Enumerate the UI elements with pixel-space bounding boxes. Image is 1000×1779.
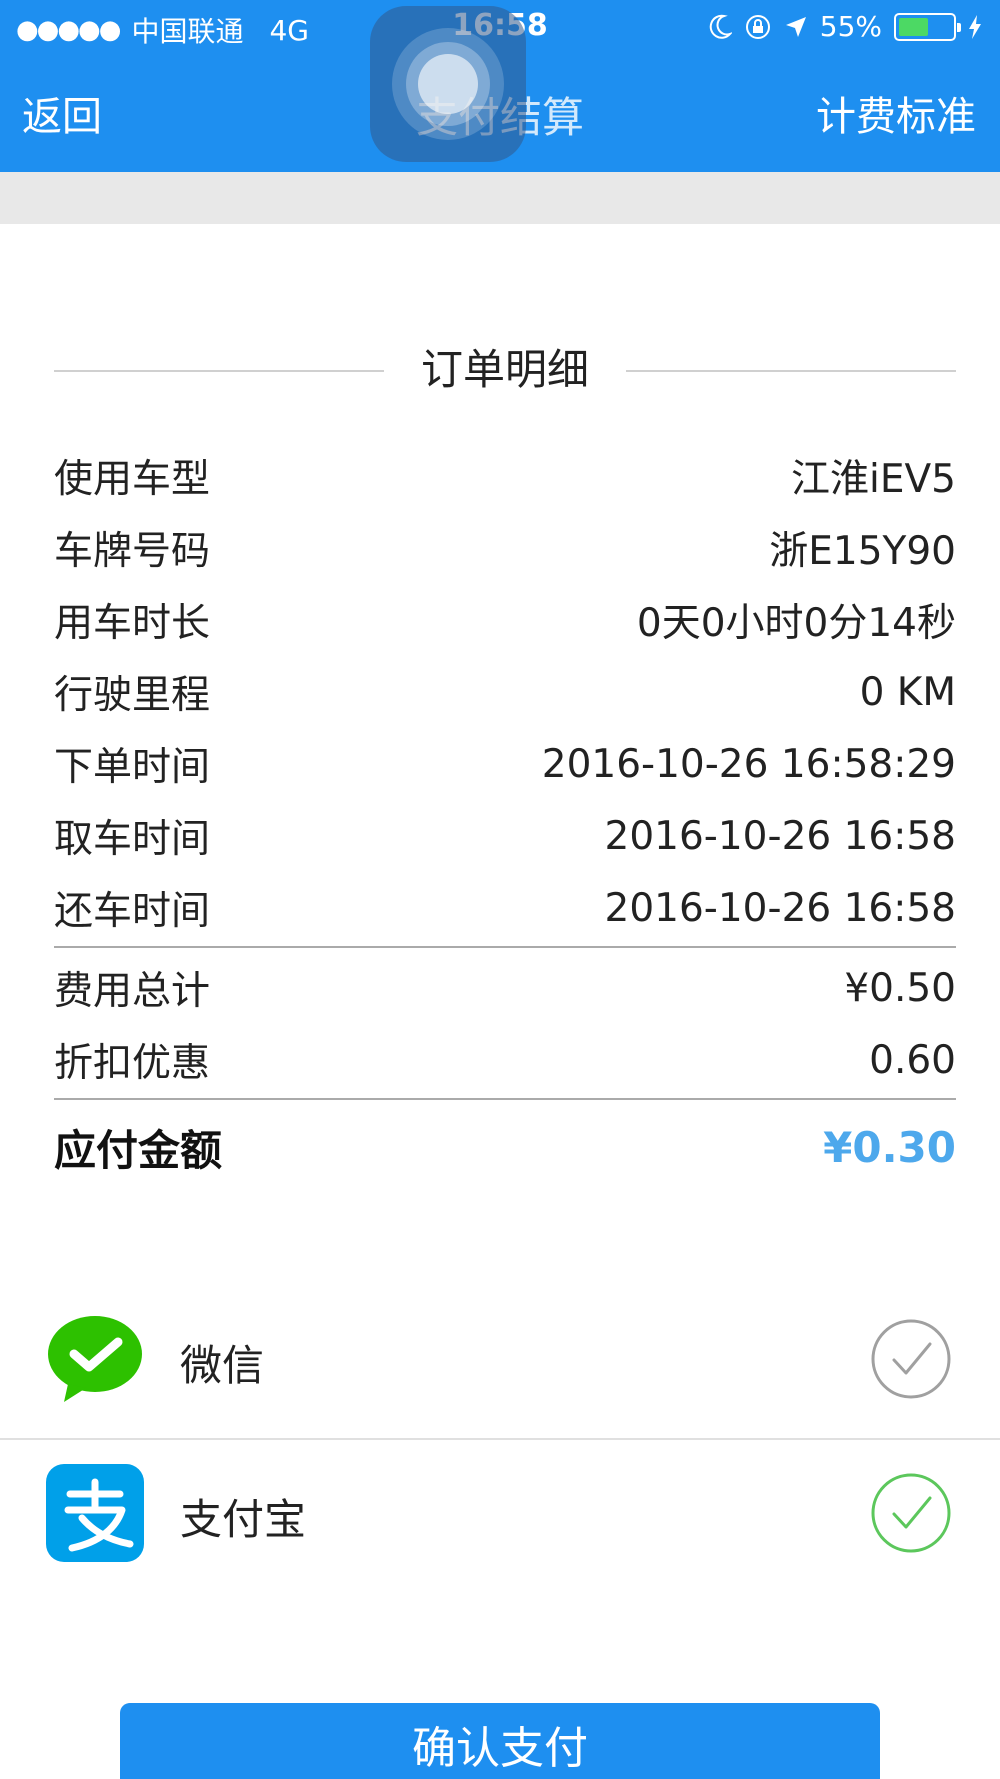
payment-option-alipay[interactable]: 支付宝 <box>0 1440 1000 1590</box>
detail-row-return-time: 还车时间 2016-10-26 16:58 <box>54 872 956 944</box>
fee-value: ¥0.50 <box>844 965 956 1011</box>
confirm-payment-button[interactable]: 确认支付 <box>120 1703 880 1779</box>
battery-icon <box>894 12 961 41</box>
detail-label: 车牌号码 <box>54 529 211 574</box>
payment-option-wechat[interactable]: 微信 <box>0 1286 1000 1436</box>
detail-label: 行驶里程 <box>54 673 211 718</box>
detail-row-plate-number: 车牌号码 浙E15Y90 <box>54 512 956 584</box>
detail-row-usage-duration: 用车时长 0天0小时0分14秒 <box>54 584 956 656</box>
order-detail-heading: 订单明细 <box>54 336 956 396</box>
detail-label: 取车时间 <box>54 817 211 862</box>
detail-value: 2016-10-26 16:58:29 <box>541 741 956 787</box>
fee-label: 费用总计 <box>54 969 211 1014</box>
order-detail-list: 使用车型 江淮iEV5 车牌号码 浙E15Y90 用车时长 0天0小时0分14秒… <box>54 440 956 1190</box>
charging-bolt-icon <box>969 14 981 39</box>
fee-value: 0.60 <box>869 1037 956 1083</box>
detail-row-vehicle-model: 使用车型 江淮iEV5 <box>54 440 956 512</box>
fee-row-total-cost: 费用总计 ¥0.50 <box>54 952 956 1024</box>
pricing-standard-button[interactable]: 计费标准 <box>816 84 976 142</box>
amount-due-value: ¥0.30 <box>823 1122 956 1172</box>
detail-value: 浙E15Y90 <box>769 529 956 574</box>
detail-value: 2016-10-26 16:58 <box>604 885 956 931</box>
wechat-icon <box>46 1310 144 1408</box>
check-circle-icon[interactable] <box>870 1318 952 1400</box>
detail-label: 还车时间 <box>54 889 211 934</box>
header-spacer <box>0 172 1000 224</box>
payment-method-name: 微信 <box>180 1341 265 1390</box>
detail-value: 0天0小时0分14秒 <box>636 601 956 646</box>
detail-row-mileage: 行驶里程 0 KM <box>54 656 956 728</box>
detail-value: 2016-10-26 16:58 <box>604 813 956 859</box>
amount-due-row: 应付金额 ¥0.30 <box>54 1104 956 1190</box>
fee-row-discount: 折扣优惠 0.60 <box>54 1024 956 1096</box>
heading-line-right <box>626 370 956 372</box>
detail-label: 下单时间 <box>54 745 211 790</box>
battery-level-fill <box>899 17 928 36</box>
divider <box>54 1098 956 1100</box>
alipay-icon <box>46 1464 144 1562</box>
order-detail-title: 订单明细 <box>420 345 589 394</box>
location-arrow-icon <box>785 16 806 37</box>
detail-label: 用车时长 <box>54 601 211 646</box>
detail-row-order-time: 下单时间 2016-10-26 16:58:29 <box>54 728 956 800</box>
divider <box>54 946 956 948</box>
detail-value: 江淮iEV5 <box>791 457 956 502</box>
detail-value: 0 KM <box>859 669 956 715</box>
payment-method-name: 支付宝 <box>180 1495 307 1544</box>
moon-icon <box>709 14 732 39</box>
assistive-touch-button[interactable] <box>370 6 526 162</box>
detail-label: 使用车型 <box>54 457 211 502</box>
orientation-lock-icon <box>745 14 770 39</box>
detail-row-pickup-time: 取车时间 2016-10-26 16:58 <box>54 800 956 872</box>
battery-percent: 55% <box>819 10 882 43</box>
fee-label: 折扣优惠 <box>54 1041 211 1086</box>
check-circle-icon[interactable] <box>870 1472 952 1554</box>
amount-due-label: 应付金额 <box>54 1125 223 1175</box>
